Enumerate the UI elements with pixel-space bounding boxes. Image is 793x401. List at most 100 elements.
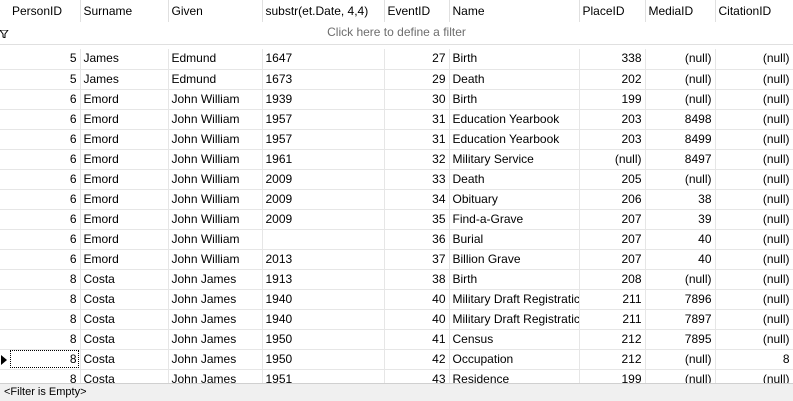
table-row[interactable]: 8 Costa John James 1913 38 Birth 208 (null) (nul… — [0, 269, 793, 290]
cell-name[interactable]: Military Service — [449, 149, 580, 170]
row-indicator[interactable] — [0, 169, 9, 190]
cell-date-substr[interactable]: 1961 — [262, 149, 385, 170]
cell-eventid[interactable]: 34 — [384, 189, 450, 210]
table-row[interactable]: 8 Costa John James 1940 40 Military Draft Reg… — [0, 309, 793, 330]
row-indicator[interactable] — [0, 229, 9, 250]
cell-personid[interactable]: 8 — [9, 329, 81, 350]
cell-mediaid[interactable]: 7895 — [645, 329, 716, 350]
row-indicator[interactable] — [0, 89, 9, 110]
cell-citationid[interactable]: (null) — [715, 89, 793, 110]
row-indicator[interactable] — [0, 69, 9, 90]
table-row[interactable]: 6 Emord John William 1961 32 Military Service… — [0, 149, 793, 170]
cell-citationid[interactable]: (null) — [715, 169, 793, 190]
cell-placeid[interactable]: 206 — [579, 189, 646, 210]
table-row[interactable]: 5 James Edmund 1647 27 Birth 338 (null) (null) — [0, 49, 793, 70]
cell-citationid[interactable]: (null) — [715, 249, 793, 270]
cell-surname[interactable]: Costa — [80, 349, 169, 370]
cell-date-substr[interactable]: 1647 — [262, 49, 385, 70]
cell-personid[interactable]: 5 — [9, 69, 81, 90]
cell-surname[interactable]: Emord — [80, 89, 169, 110]
cell-citationid[interactable]: 8 — [715, 349, 793, 370]
cell-mediaid[interactable]: 8497 — [645, 149, 716, 170]
cell-given[interactable]: John James — [168, 369, 263, 383]
cell-personid[interactable]: 8 — [9, 289, 81, 310]
cell-personid[interactable]: 6 — [9, 129, 81, 150]
cell-mediaid[interactable]: (null) — [645, 49, 716, 70]
cell-name[interactable]: Death — [449, 69, 580, 90]
cell-placeid[interactable]: 207 — [579, 209, 646, 230]
cell-mediaid[interactable]: (null) — [645, 269, 716, 290]
column-header-eventid[interactable]: EventID — [384, 0, 450, 22]
cell-name[interactable]: Birth — [449, 49, 580, 70]
cell-mediaid[interactable]: (null) — [645, 69, 716, 90]
cell-date-substr[interactable]: 2009 — [262, 209, 385, 230]
table-row[interactable]: 8 Costa John James 1950 42 Occupation 212 (null… — [0, 349, 793, 370]
cell-eventid[interactable]: 33 — [384, 169, 450, 190]
cell-surname[interactable]: Costa — [80, 289, 169, 310]
table-row[interactable]: 8 Costa John James 1940 40 Military Draft Reg… — [0, 289, 793, 310]
table-row[interactable]: 5 James Edmund 1673 29 Death 202 (null) (null) — [0, 69, 793, 90]
cell-mediaid[interactable]: 8498 — [645, 109, 716, 130]
column-header-name[interactable]: Name — [449, 0, 580, 22]
cell-eventid[interactable]: 38 — [384, 269, 450, 290]
cell-eventid[interactable]: 30 — [384, 89, 450, 110]
cell-eventid[interactable]: 27 — [384, 49, 450, 70]
cell-placeid[interactable]: 202 — [579, 69, 646, 90]
cell-date-substr[interactable]: 1939 — [262, 89, 385, 110]
cell-personid[interactable]: 6 — [9, 209, 81, 230]
cell-placeid[interactable]: 203 — [579, 109, 646, 130]
cell-mediaid[interactable]: (null) — [645, 169, 716, 190]
cell-citationid[interactable]: (null) — [715, 269, 793, 290]
row-indicator[interactable] — [0, 129, 9, 150]
cell-eventid[interactable]: 36 — [384, 229, 450, 250]
column-header-personid[interactable]: PersonID — [9, 0, 81, 22]
cell-date-substr[interactable]: 1957 — [262, 129, 385, 150]
cell-eventid[interactable]: 42 — [384, 349, 450, 370]
cell-name[interactable]: Education Yearbook — [449, 109, 580, 130]
cell-date-substr[interactable]: 1940 — [262, 289, 385, 310]
cell-citationid[interactable]: (null) — [715, 149, 793, 170]
row-indicator[interactable] — [0, 49, 9, 70]
cell-placeid[interactable]: 212 — [579, 329, 646, 350]
cell-date-substr[interactable]: 1913 — [262, 269, 385, 290]
cell-surname[interactable]: Emord — [80, 229, 169, 250]
cell-mediaid[interactable]: 7897 — [645, 309, 716, 330]
row-indicator[interactable] — [0, 369, 9, 383]
cell-citationid[interactable]: (null) — [715, 109, 793, 130]
table-row[interactable]: 8 Costa John James 1951 43 Residence 199 (null)… — [0, 369, 793, 383]
row-indicator[interactable] — [0, 329, 9, 350]
cell-citationid[interactable]: (null) — [715, 209, 793, 230]
cell-name[interactable]: Birth — [449, 89, 580, 110]
cell-mediaid[interactable]: 40 — [645, 249, 716, 270]
cell-personid[interactable]: 6 — [9, 149, 81, 170]
cell-surname[interactable]: Costa — [80, 329, 169, 350]
cell-citationid[interactable]: (null) — [715, 69, 793, 90]
cell-placeid[interactable]: 199 — [579, 89, 646, 110]
cell-placeid[interactable]: 212 — [579, 349, 646, 370]
cell-mediaid[interactable]: 7896 — [645, 289, 716, 310]
cell-name[interactable]: Residence — [449, 369, 580, 383]
cell-date-substr[interactable]: 1957 — [262, 109, 385, 130]
cell-eventid[interactable]: 32 — [384, 149, 450, 170]
cell-personid[interactable]: 6 — [9, 249, 81, 270]
cell-date-substr[interactable]: 2013 — [262, 249, 385, 270]
cell-surname[interactable]: Emord — [80, 149, 169, 170]
cell-given[interactable]: John William — [168, 169, 263, 190]
cell-citationid[interactable]: (null) — [715, 129, 793, 150]
cell-placeid[interactable]: 203 — [579, 129, 646, 150]
cell-personid[interactable]: 8 — [9, 269, 81, 290]
cell-given[interactable]: John William — [168, 149, 263, 170]
column-header-surname[interactable]: Surname — [80, 0, 169, 22]
row-indicator[interactable] — [0, 349, 9, 370]
cell-surname[interactable]: Emord — [80, 169, 169, 190]
cell-surname[interactable]: Emord — [80, 209, 169, 230]
cell-eventid[interactable]: 40 — [384, 309, 450, 330]
cell-citationid[interactable]: (null) — [715, 369, 793, 383]
cell-given[interactable]: John William — [168, 89, 263, 110]
cell-surname[interactable]: Emord — [80, 249, 169, 270]
cell-eventid[interactable]: 31 — [384, 109, 450, 130]
table-row[interactable]: 6 Emord John William 2009 34 Obituary 206 38 (nu… — [0, 189, 793, 210]
row-indicator[interactable] — [0, 289, 9, 310]
results-grid[interactable]: PersonID Surname Given substr(et.Date, 4… — [0, 0, 793, 383]
cell-given[interactable]: John William — [168, 209, 263, 230]
